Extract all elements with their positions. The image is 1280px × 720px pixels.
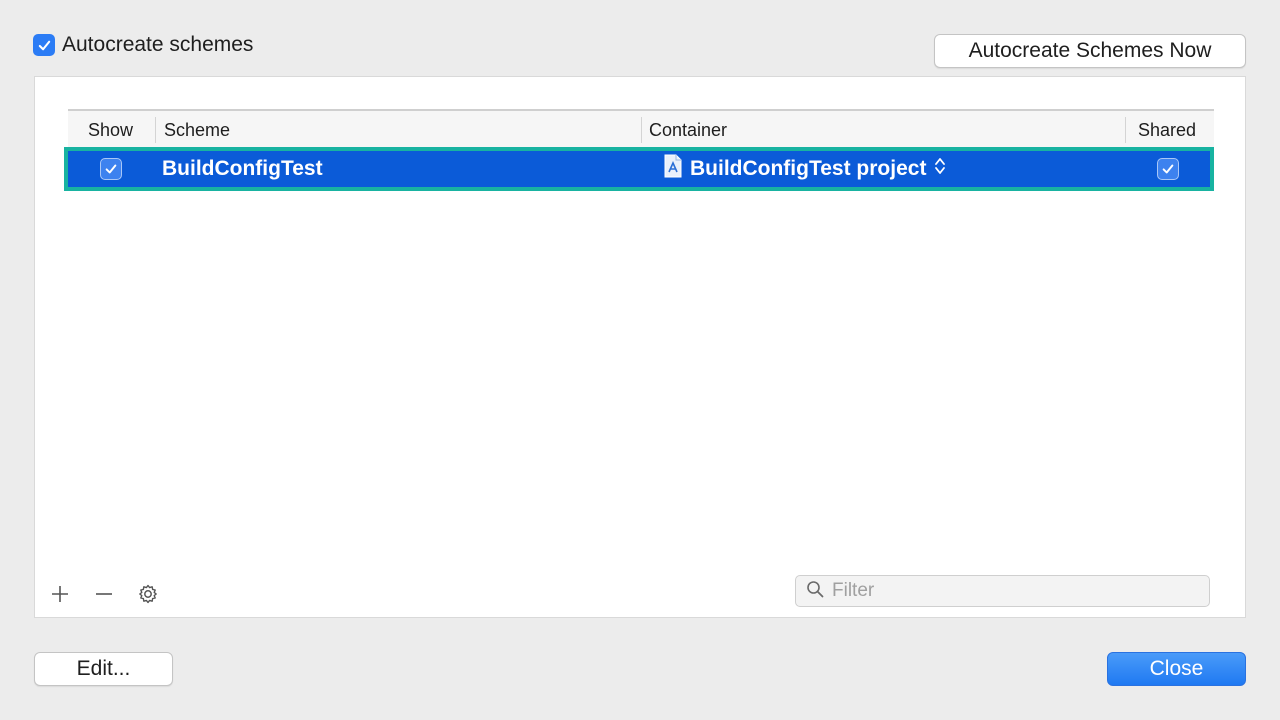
- filter-input[interactable]: [830, 579, 1194, 603]
- column-header-shared[interactable]: Shared: [1138, 111, 1196, 149]
- edit-button[interactable]: Edit...: [34, 652, 173, 686]
- table-header: Show Scheme Container Shared: [68, 109, 1214, 150]
- gear-icon[interactable]: [137, 583, 159, 605]
- column-separator: [155, 117, 156, 143]
- autocreate-schemes-label: Autocreate schemes: [62, 33, 254, 56]
- search-icon: [806, 580, 824, 603]
- container-label: BuildConfigTest project: [690, 157, 927, 180]
- column-header-show[interactable]: Show: [88, 111, 133, 149]
- filter-field[interactable]: [795, 575, 1210, 607]
- show-checkbox[interactable]: [100, 158, 122, 180]
- chevron-updown-icon: [934, 156, 946, 182]
- column-separator: [641, 117, 642, 143]
- column-separator: [1125, 117, 1126, 143]
- autocreate-schemes-checkbox[interactable]: Autocreate schemes: [33, 33, 253, 57]
- plus-icon[interactable]: [49, 583, 71, 605]
- checkbox-checked-icon[interactable]: [33, 34, 55, 56]
- column-header-container[interactable]: Container: [649, 111, 727, 149]
- schemes-panel: Show Scheme Container Shared BuildConfig…: [34, 76, 1246, 618]
- column-header-scheme[interactable]: Scheme: [164, 111, 230, 149]
- scheme-name: BuildConfigTest: [162, 157, 323, 180]
- schemes-table: Show Scheme Container Shared: [68, 109, 1214, 150]
- table-row-selected[interactable]: BuildConfigTest BuildConfigTest project: [64, 147, 1214, 191]
- container-popup[interactable]: BuildConfigTest project: [664, 151, 946, 187]
- table-toolbar: [49, 583, 159, 605]
- autocreate-schemes-now-button[interactable]: Autocreate Schemes Now: [934, 34, 1246, 68]
- minus-icon[interactable]: [93, 583, 115, 605]
- xcode-project-icon: [664, 154, 682, 184]
- shared-checkbox[interactable]: [1157, 158, 1179, 180]
- close-button[interactable]: Close: [1107, 652, 1246, 686]
